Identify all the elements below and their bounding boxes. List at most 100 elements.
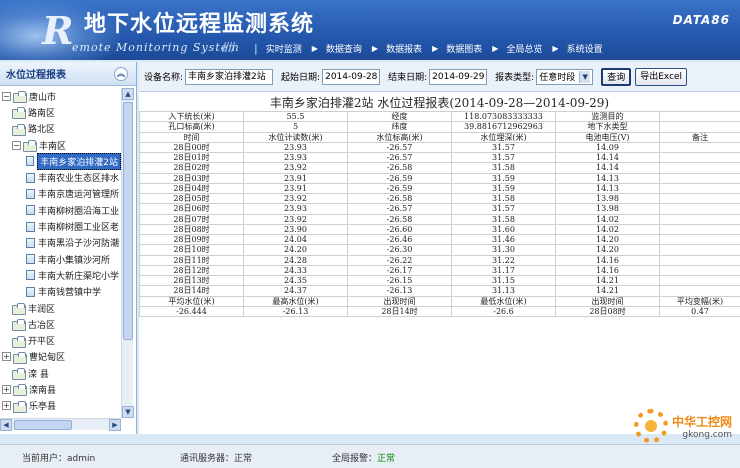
alarm-value: 正常 — [377, 454, 396, 464]
scroll-left-icon[interactable]: ◀ — [0, 419, 12, 431]
status-alarm: 全局报警：正常 — [332, 451, 395, 464]
info-row: 入下统长(米) 55.5 经度 118.073083333333 监测目的 — [139, 110, 740, 123]
menu-item-chart[interactable]: 数据图表 — [446, 42, 482, 55]
scroll-thumb[interactable] — [14, 420, 72, 430]
tree-node[interactable]: + 曹妃甸区 — [0, 349, 121, 365]
start-date-field[interactable]: 2014-09-28 — [322, 68, 381, 85]
tree-horizontal-scrollbar[interactable]: ◀ ▶ — [0, 418, 121, 431]
menu-item-settings[interactable]: 系统设置 — [567, 42, 603, 55]
table-cell: 23.91 — [243, 172, 348, 184]
tree-node[interactable]: 丰润区 — [0, 300, 121, 316]
tree-node[interactable]: 路北区 — [0, 121, 121, 137]
report-type-select[interactable]: 任意时段 ▼ — [536, 68, 594, 85]
table-cell: -26.13 — [243, 305, 348, 318]
expand-icon[interactable]: + — [2, 384, 11, 394]
table-cell: 28日07时 — [139, 213, 244, 225]
query-button[interactable]: 查询 — [601, 67, 632, 86]
summary-value-row: -26.444 -26.13 28日14时 -26.6 28日08时 0.47 — [139, 305, 740, 318]
table-cell — [659, 162, 740, 174]
table-cell: -26.57 — [347, 141, 452, 154]
table-cell: 14.13 — [555, 182, 660, 195]
scroll-thumb[interactable] — [123, 102, 133, 340]
tree-node[interactable]: 开平区 — [0, 332, 121, 348]
table-cell: -26.444 — [139, 305, 244, 318]
end-date-field[interactable]: 2014-09-29 — [429, 68, 488, 85]
table-row: 28日13时 24.35 -26.15 31.15 14.21 — [139, 274, 740, 287]
tree-node[interactable]: 丰南黑沿子沙河防潮 — [0, 235, 121, 251]
table-cell: 24.33 — [243, 264, 348, 277]
collapse-node-icon[interactable]: − — [12, 140, 21, 150]
collapse-node-icon[interactable]: − — [2, 91, 11, 101]
chevron-down-icon[interactable]: ▼ — [579, 70, 591, 83]
tree-node-label: 丰南黑沿子沙河防潮 — [38, 239, 120, 250]
table-cell: 23.92 — [243, 162, 348, 174]
table-cell: 最低水位(米) — [451, 295, 556, 307]
tree-node-label: 丰南乡家泊排灌2站 — [37, 152, 121, 170]
info-row: 孔口标高(米) 5 纬度 39.8816712962963 地下水类型 — [139, 121, 740, 133]
table-cell: 28日00时 — [139, 141, 244, 154]
table-cell: 28日12时 — [139, 264, 244, 277]
table-cell: 28日11时 — [139, 254, 244, 266]
table-cell — [659, 254, 740, 266]
scroll-right-icon[interactable]: ▶ — [109, 419, 121, 431]
tree-node[interactable]: 丰南农业生态区排水 — [0, 169, 121, 185]
table-cell: -26.58 — [347, 192, 452, 205]
collapse-icon[interactable]: ︽ — [114, 67, 128, 81]
folder-icon — [12, 303, 26, 315]
table-cell: 入下统长(米) — [139, 110, 244, 123]
table-row: 28日00时 23.93 -26.57 31.57 14.09 — [139, 141, 740, 154]
report-table: 入下统长(米) 55.5 经度 118.073083333333 监测目的 孔口标高(米)… — [139, 110, 740, 318]
tree-node[interactable]: − 丰南区 — [0, 137, 121, 153]
sidebar: 水位过程报表 ︽ − 唐山市 路南区 路北区 − 丰南区 丰南乡家泊排灌2站 丰南农业生态区排… — [0, 62, 137, 434]
menu-item-report[interactable]: 数据报表 — [386, 42, 422, 55]
table-cell: 14.02 — [555, 213, 660, 225]
menu-item-overview[interactable]: 全局总览 — [506, 42, 542, 55]
menu-item-query[interactable]: 数据查询 — [326, 42, 362, 55]
tree-node-label: 路南区 — [28, 108, 56, 119]
tree-node[interactable]: + 滦南县 — [0, 381, 121, 397]
table-cell: 23.93 — [243, 151, 348, 164]
tree-node[interactable]: 丰南乡家泊排灌2站 — [0, 152, 121, 170]
table-cell: 23.91 — [243, 182, 348, 195]
table-cell: 31.59 — [451, 172, 556, 184]
folder-icon — [12, 335, 26, 348]
brand-logo: DATA86 — [672, 13, 730, 27]
tree-node-label: 丰南大新庄渠坨小学 — [38, 271, 120, 282]
tree-node[interactable]: 古冶区 — [0, 316, 121, 332]
tree-node[interactable]: 滦 县 — [0, 365, 121, 381]
tree-node-label: 丰南京唐运河管理所 — [38, 190, 120, 201]
expand-icon[interactable]: + — [2, 352, 11, 362]
menu-arrow-icon: ▶ — [432, 43, 439, 53]
table-cell: 28日08时 — [139, 223, 244, 236]
menu-separator: | — [254, 41, 258, 55]
station-icon — [26, 156, 35, 167]
tree-vertical-scrollbar[interactable]: ▲ ▼ — [121, 88, 134, 418]
tree-node[interactable]: 丰南大新庄渠坨小学 — [0, 267, 121, 283]
table-cell: 平均变幅(米) — [659, 295, 740, 307]
tree-node[interactable]: 路南区 — [0, 104, 121, 120]
tree-node[interactable]: 丰南柳树圈沿海工业 — [0, 202, 121, 218]
table-cell: 23.92 — [243, 192, 348, 205]
menu-label: 系统设置 — [566, 44, 603, 55]
scroll-up-icon[interactable]: ▲ — [122, 88, 134, 100]
expand-icon[interactable]: + — [2, 401, 11, 411]
device-name-field[interactable]: 丰南乡家泊排灌2站 — [185, 68, 274, 85]
scroll-down-icon[interactable]: ▼ — [122, 406, 134, 418]
tree-node[interactable]: 丰南京唐运河管理所 — [0, 186, 121, 202]
tree-node[interactable]: 丰南小集镇沙河所 — [0, 251, 121, 267]
table-cell: 5 — [243, 121, 348, 133]
menu-label: 数据报表 — [386, 44, 423, 55]
tree-node-label: 丰南区 — [39, 141, 67, 152]
table-cell — [659, 203, 740, 215]
tree-node[interactable]: 丰南钱营镇中学 — [0, 284, 121, 300]
menu-label: 全局总览 — [506, 44, 543, 55]
table-cell: -26.58 — [347, 162, 452, 174]
tree-node[interactable]: − 唐山市 — [0, 88, 121, 104]
export-excel-button[interactable]: 导出Excel — [635, 67, 688, 86]
tree-node[interactable]: + 乐亭县 — [0, 398, 121, 414]
report-type-value: 任意时段 — [539, 73, 576, 83]
tree-node[interactable]: 丰南柳树圈工业区老 — [0, 218, 121, 234]
menu-item-realtime[interactable]: 实时监测 — [266, 42, 302, 55]
table-cell — [659, 121, 740, 133]
table-cell: 28日10时 — [139, 244, 244, 256]
